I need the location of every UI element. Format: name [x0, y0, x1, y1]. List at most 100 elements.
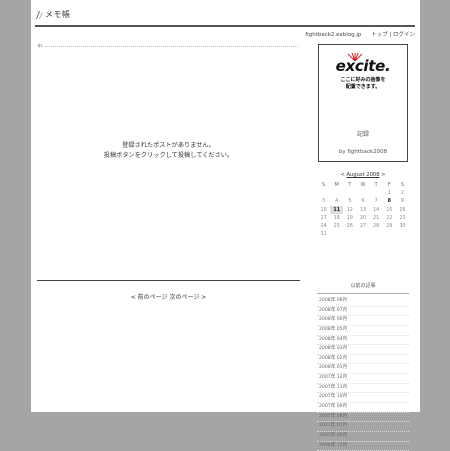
archive-item[interactable]: 2007年 09月	[317, 403, 409, 413]
weekday-label: S	[322, 182, 326, 188]
archive-item[interactable]: 2007年 11月	[317, 384, 409, 394]
pagination[interactable]: < 前のページ 次のページ >	[37, 292, 300, 301]
archive-item[interactable]: 2008年 08月	[317, 297, 409, 307]
calendar-day: 2	[400, 190, 404, 196]
calendar-day	[356, 189, 369, 197]
calendar-day: 13	[359, 207, 367, 213]
site-title[interactable]: メモ帳	[45, 9, 71, 20]
calendar-day: 17	[320, 215, 327, 221]
weekday-label: M	[334, 182, 339, 188]
calendar-day: 29	[386, 224, 393, 230]
weekday-label: W	[360, 182, 366, 188]
empty-message-line-1: 登録されたポストがありません。	[122, 142, 215, 149]
calendar-day	[330, 189, 343, 197]
calendar-grid: S M T W T F S 1 2 3 4 5 6 7 8 9 10 11 12…	[317, 181, 409, 239]
archive-item[interactable]: 2008年 02月	[317, 355, 409, 365]
calendar-day: 22	[386, 215, 393, 221]
calendar-day: 14	[373, 207, 380, 213]
profile-image-box[interactable]: excite. ここに好みの画像を 配置できます。 記録 by fightbac…	[318, 44, 408, 162]
main-footer-divider	[37, 280, 300, 281]
login-link[interactable]: ログイン	[393, 30, 415, 38]
calendar-weekday-row: S M T W T F S	[317, 181, 409, 189]
calendar-day: 3	[322, 199, 326, 205]
calendar-month: August 2008	[346, 172, 380, 178]
calendar-day: 12	[346, 207, 353, 213]
calendar-day: 24	[320, 224, 327, 230]
archive-item[interactable]: 2008年 03月	[317, 345, 409, 355]
calendar-day	[317, 189, 330, 197]
archive-item[interactable]: 2008年 07月	[317, 307, 409, 317]
calendar-day	[383, 231, 396, 239]
calendar-day: 19	[346, 215, 353, 221]
header-divider	[35, 25, 415, 27]
excite-burst-icon	[347, 53, 363, 61]
calendar-day: 30	[399, 224, 406, 230]
weekday-label: S	[400, 182, 404, 188]
top-navigation: fightback2.exblog.jp トップ | ログイン	[305, 30, 415, 38]
placeholder-caption: ここに好みの画像を 配置できます。	[325, 77, 401, 90]
archive-item[interactable]: 2008年 05月	[317, 326, 409, 336]
calendar-day: 31	[320, 232, 327, 238]
empty-message-line-2: 投稿ボタンをクリックして投稿してください。	[103, 152, 234, 159]
calendar-day: 27	[359, 224, 367, 230]
calendar-day: 16	[399, 207, 406, 213]
sidebar: excite. ここに好みの画像を 配置できます。 記録 by fightbac…	[315, 38, 415, 451]
calendar-day: 10	[320, 207, 327, 213]
calendar-week-row: 31	[317, 231, 409, 239]
weekday-label: T	[374, 182, 378, 188]
page: メモ帳 fightback2.exblog.jp トップ | ログイン 登録され…	[31, 0, 420, 451]
calendar-day	[343, 189, 356, 197]
calendar-day: 20	[359, 215, 367, 221]
calendar-day: 1	[387, 190, 391, 196]
archive-item[interactable]: 2008年 01月	[317, 364, 409, 375]
quill-icon	[36, 11, 43, 19]
archive-item[interactable]: 2007年 06月	[317, 432, 409, 442]
calendar-day: 5	[348, 199, 352, 205]
calendar-week-row: 17 18 19 20 21 22 23	[317, 214, 409, 222]
calendar-day: 25	[333, 224, 340, 230]
archive-list: 2008年 08月 2008年 07月 2008年 06月 2008年 05月 …	[317, 297, 409, 451]
archive-item[interactable]: 2007年 10月	[317, 393, 409, 404]
calendar-header: < August 2008 >	[317, 172, 409, 178]
calendar-prev-button[interactable]: <	[340, 172, 344, 178]
calendar-day: 21	[373, 215, 380, 221]
main-content: 登録されたポストがありません。 投稿ボタンをクリックして投稿してください。	[37, 38, 300, 282]
calendar-day: 23	[399, 215, 406, 221]
author-line[interactable]: by fightback2008	[319, 149, 407, 155]
calendar-day: 28	[373, 224, 380, 230]
calendar-day: 4	[335, 199, 339, 205]
archive-section: 以前の記事 2008年 08月 2008年 07月 2008年 06月 2008…	[317, 282, 409, 451]
archive-item[interactable]: 2007年 07月	[317, 422, 409, 432]
weekday-label: T	[348, 182, 352, 188]
calendar-week-row: 10 11 12 13 14 15 16	[317, 205, 409, 215]
calendar-day: 7	[374, 199, 378, 205]
archive-item[interactable]: 2007年 12月	[317, 374, 409, 384]
archive-item[interactable]: 2008年 06月	[317, 316, 409, 326]
excite-placeholder-image: excite. ここに好みの画像を 配置できます。	[325, 51, 401, 111]
header: メモ帳	[31, 0, 420, 28]
top-link[interactable]: トップ	[371, 30, 388, 38]
empty-message: 登録されたポストがありません。 投稿ボタンをクリックして投稿してください。	[37, 141, 300, 161]
post-marker-icon	[37, 43, 43, 48]
calendar: < August 2008 > S M T W T F S 1 2 3 4 5 …	[317, 172, 409, 239]
calendar-day	[396, 231, 409, 239]
calendar-day	[330, 231, 343, 239]
calendar-week-row: 1 2	[317, 189, 409, 197]
calendar-day: 9	[400, 199, 404, 205]
calendar-day	[370, 189, 383, 197]
calendar-week-row: 3 4 5 6 7 8 9	[317, 198, 409, 206]
archive-item[interactable]: 2006年 12月	[317, 442, 409, 451]
calendar-day: 26	[346, 224, 353, 230]
calendar-day: 15	[386, 207, 393, 213]
archive-title: 以前の記事	[317, 282, 409, 294]
calendar-day-with-post[interactable]: 8	[383, 198, 396, 206]
placeholder-caption-line-2: 配置できます。	[345, 83, 381, 90]
post-divider	[45, 46, 298, 47]
calendar-next-button[interactable]: >	[381, 172, 385, 178]
weekday-label: F	[387, 182, 391, 188]
blog-name: 記録	[356, 131, 369, 138]
calendar-day: 18	[333, 215, 340, 221]
calendar-day-today[interactable]: 11	[330, 205, 344, 215]
archive-item[interactable]: 2007年 08月	[317, 413, 409, 423]
archive-item[interactable]: 2008年 04月	[317, 336, 409, 346]
